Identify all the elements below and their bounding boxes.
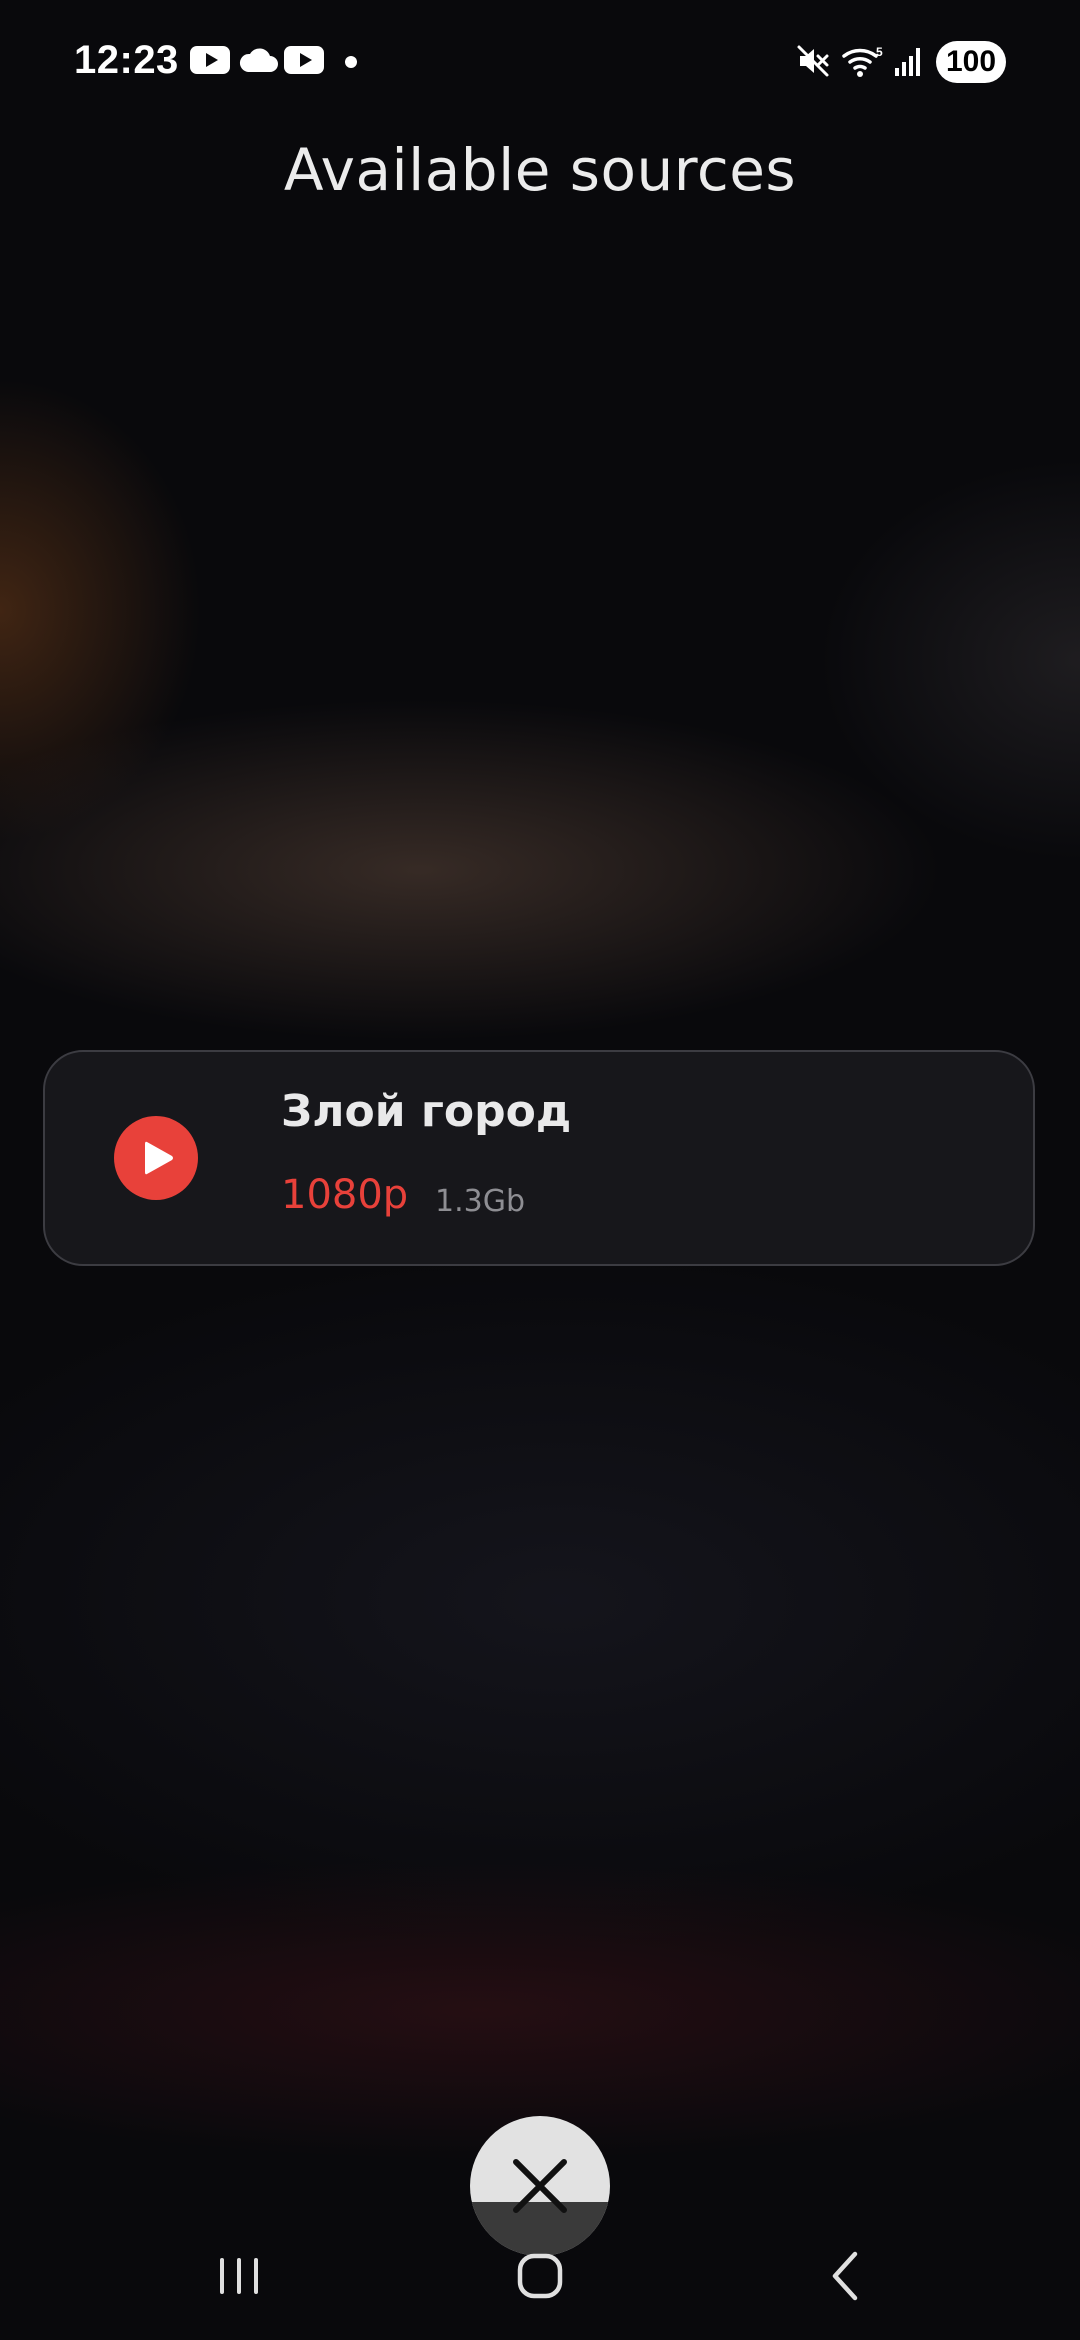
status-bar: 12:23 5 100 [0,0,1080,126]
navigation-bar [0,2226,1080,2340]
signal-icon [895,48,920,76]
youtube-icon [190,46,230,74]
mute-icon [797,45,829,77]
page-title: Available sources [283,136,797,204]
cloud-icon [239,48,278,72]
home-icon[interactable] [510,2246,570,2306]
status-time: 12:23 [74,38,179,82]
source-quality: 1080p [281,1172,409,1218]
back-icon[interactable] [815,2246,875,2306]
svg-text:5: 5 [876,45,883,59]
source-card[interactable]: Злой город 1080p 1.3Gb [43,1050,1035,1266]
source-title: Злой город [281,1086,572,1137]
wifi-icon: 5 [842,45,883,77]
source-size: 1.3Gb [435,1184,525,1219]
recent-apps-icon[interactable] [210,2246,270,2306]
youtube-icon [284,46,324,74]
battery-icon: 100 [936,41,1006,83]
dot-icon [345,56,357,68]
play-icon[interactable] [114,1116,198,1200]
